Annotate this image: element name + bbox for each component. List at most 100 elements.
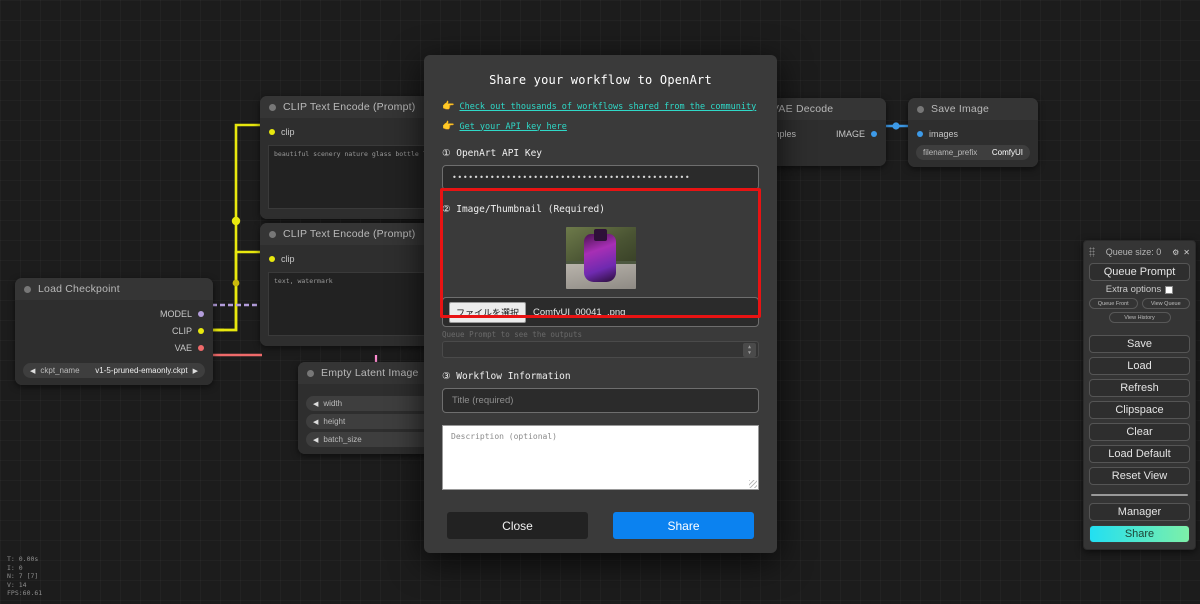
node-title-text: Save Image [931,103,990,115]
port-dot-model-icon[interactable] [198,310,204,317]
comfy-menu-panel[interactable]: Queue size: 0 ⚙ ✕ Queue Prompt Extra opt… [1083,240,1196,550]
share-workflow-dialog[interactable]: Share your workflow to OpenArt 👉 Check o… [424,55,777,553]
comfyui-window: Load Checkpoint MODEL CLIP VAE ◀ ckpt_na [0,0,1200,604]
node-body: MODEL CLIP VAE ◀ ckpt_name v1-5-pruned-e… [15,300,213,385]
queue-prompt-button[interactable]: Queue Prompt [1089,263,1190,281]
drag-handle-icon[interactable] [1089,247,1095,257]
node-load-checkpoint[interactable]: Load Checkpoint MODEL CLIP VAE ◀ ckpt_na [15,278,213,385]
widget-label: height [323,417,346,426]
widget-label: batch_size [323,435,362,444]
chevron-left-icon[interactable]: ◀ [313,436,318,444]
node-body: mples IMAGE e [758,120,886,166]
node-title-bar[interactable]: Load Checkpoint [15,278,213,300]
load-button[interactable]: Load [1089,357,1190,375]
collapse-dot-icon[interactable] [269,103,276,111]
thumbnail-image [565,227,636,289]
node-title-text: VAE Decode [772,103,834,115]
dialog-button-row: Close Share [424,490,777,539]
save-button[interactable]: Save [1089,335,1190,353]
port-clip[interactable]: CLIP [15,322,213,339]
port-dot-image-icon[interactable] [917,130,923,137]
section-3-label: ③ Workflow Information [442,371,571,382]
api-key-link[interactable]: Get your API key here [459,122,566,132]
node-save-image[interactable]: Save Image images filename_prefix ComfyU… [908,98,1038,167]
resize-grip-icon[interactable] [749,480,757,488]
status-iterations: I: 0 [7,563,23,572]
file-input-row[interactable]: ファイルを選択 ComfyUI_00041_.png [442,297,759,327]
node-title-bar[interactable]: Save Image [908,98,1038,120]
extra-options-label: Extra options [1105,284,1162,295]
reset-view-button[interactable]: Reset View [1089,467,1190,485]
extra-options-checkbox[interactable] [1165,285,1174,294]
refresh-button[interactable]: Refresh [1089,379,1190,397]
dialog-title: Share your workflow to OpenArt [489,73,712,87]
community-link-row[interactable]: 👉 Check out thousands of workflows share… [424,101,777,121]
chevron-left-icon[interactable]: ◀ [313,400,318,408]
node-title-text: CLIP Text Encode (Prompt) [283,228,416,240]
port-label: CLIP [171,325,192,336]
widget-filename-prefix[interactable]: filename_prefix ComfyUI [916,145,1030,160]
queue-front-button[interactable]: Queue Front [1089,298,1138,309]
community-link[interactable]: Check out thousands of workflows shared … [459,102,756,112]
collapse-dot-icon[interactable] [24,285,31,293]
widget-value: ComfyUI [991,148,1023,157]
port-vae[interactable]: VAE [15,339,213,356]
port-dot-clip-icon[interactable] [269,255,275,262]
workflow-description-textarea[interactable]: Description (optional) [442,425,759,490]
share-submit-button[interactable]: Share [613,512,754,539]
queue-mini-row-1: Queue Front View Queue [1089,298,1190,309]
clipspace-button[interactable]: Clipspace [1089,401,1190,419]
port-images-in[interactable]: images [908,125,1038,142]
thumbnail-bottle [583,234,616,282]
port-dot-vae-icon[interactable] [198,344,204,351]
port-dot-clip-icon[interactable] [198,327,204,334]
node-vae-decode[interactable]: VAE Decode mples IMAGE e [758,98,886,166]
chevron-left-icon[interactable]: ◀ [313,418,318,426]
port-model[interactable]: MODEL [15,305,213,322]
section-1-label: ① OpenArt API Key [442,148,543,159]
chevron-right-icon[interactable]: ▶ [193,367,198,375]
collapse-dot-icon[interactable] [269,230,276,238]
pointing-hand-icon: 👉 [442,101,455,112]
chevron-left-icon[interactable]: ◀ [30,367,35,375]
outputs-hint-label: Queue Prompt to see the outputs [442,330,582,339]
port-label: MODEL [159,308,192,319]
collapse-dot-icon[interactable] [917,105,924,113]
node-body: images filename_prefix ComfyUI [908,120,1038,167]
view-queue-button[interactable]: View Queue [1141,298,1190,309]
port-samples[interactable]: mples IMAGE [758,125,886,142]
workflow-title-input[interactable]: Title (required) [442,388,759,413]
collapse-dot-icon[interactable] [307,369,314,377]
status-vertices: V: 14 [7,580,27,589]
port-vae-in[interactable]: e [758,142,886,159]
selected-file-name: ComfyUI_00041_.png [533,306,626,318]
extra-options-row[interactable]: Extra options [1089,284,1190,295]
queue-mini-row-2: View History [1089,312,1190,323]
manager-button[interactable]: Manager [1089,503,1190,521]
gear-icon[interactable]: ⚙ [1172,248,1179,257]
port-label-image: IMAGE [835,128,865,139]
menu-divider [1091,494,1188,496]
widget-label: filename_prefix [923,148,978,157]
close-button[interactable]: Close [447,512,588,539]
choose-file-button[interactable]: ファイルを選択 [449,301,527,323]
node-title-bar[interactable]: VAE Decode [758,98,886,120]
view-history-button[interactable]: View History [1108,312,1171,323]
widget-ckpt-name[interactable]: ◀ ckpt_name v1-5-pruned-emaonly.ckpt ▶ [23,363,205,378]
queue-size-label: Queue size: 0 [1105,247,1162,257]
api-key-input[interactable]: ••••••••••••••••••••••••••••••••••••••••… [442,165,759,190]
close-icon[interactable]: ✕ [1183,248,1190,257]
port-label: VAE [174,342,192,353]
stepper-icon[interactable]: ▲ ▼ [743,342,756,357]
node-title-text: Empty Latent Image [321,367,419,379]
thumbnail-bottle-neck [593,229,607,241]
widget-label: ckpt_name [40,366,80,375]
node-title-text: CLIP Text Encode (Prompt) [283,101,416,113]
outputs-select[interactable]: ▲ ▼ [442,341,759,358]
clear-button[interactable]: Clear [1089,423,1190,441]
port-dot-image-icon[interactable] [871,130,877,137]
load-default-button[interactable]: Load Default [1089,445,1190,463]
share-menu-button[interactable]: Share [1089,525,1190,543]
api-key-link-row[interactable]: 👉 Get your API key here [424,121,777,141]
port-dot-clip-icon[interactable] [269,128,275,135]
